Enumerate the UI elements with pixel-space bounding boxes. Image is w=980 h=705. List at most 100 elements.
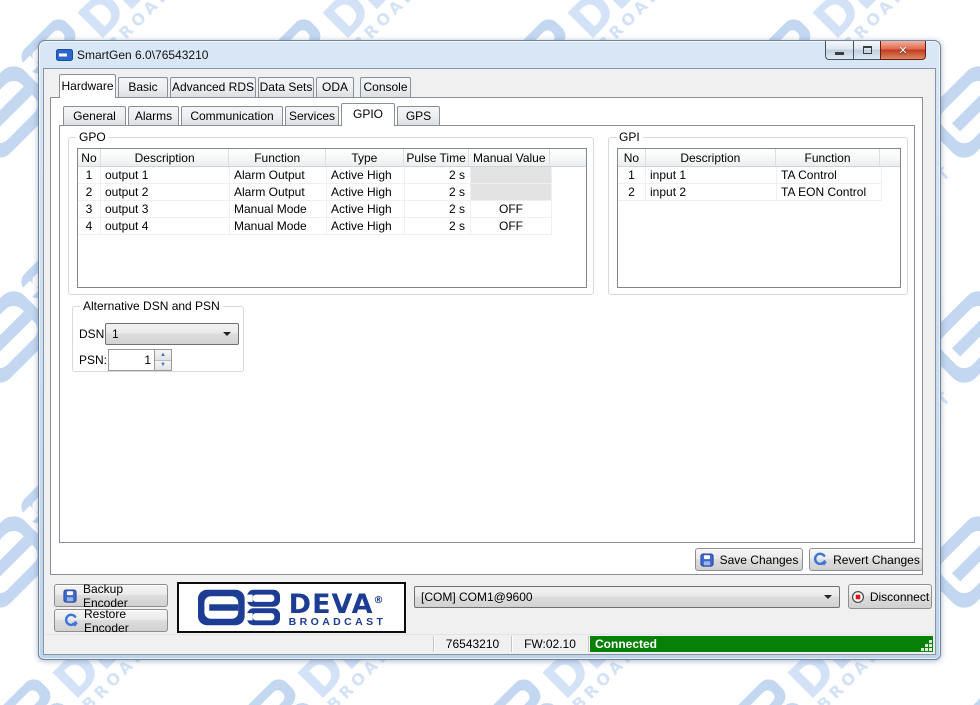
cell-type: Active High: [327, 184, 405, 201]
connection-selected-value: [COM] COM1@9600: [421, 590, 533, 604]
hardware-page: General Alarms Communication Services GP…: [50, 97, 923, 575]
cell-description: output 4: [101, 218, 230, 235]
dsn-select[interactable]: 1: [105, 323, 239, 345]
disconnect-button[interactable]: Disconnect: [848, 584, 932, 609]
cell-manual-value-toggle[interactable]: OFF: [471, 218, 552, 235]
subtab-gps[interactable]: GPS: [397, 106, 440, 125]
gpi-col-no[interactable]: No: [618, 149, 646, 166]
gpo-col-filler: [550, 149, 586, 166]
subtab-gpio[interactable]: GPIO: [341, 103, 395, 126]
psn-stepper[interactable]: 1 ▲ ▼: [108, 349, 172, 371]
cell-type: Active High: [327, 167, 405, 184]
deva-wordmark: DEVA® BROADCAST: [289, 589, 387, 627]
gpo-col-function[interactable]: Function: [229, 149, 326, 166]
firmware-cell: FW:02.10: [511, 636, 588, 652]
deva-brand-text: DEVA: [289, 589, 374, 620]
subtab-general[interactable]: General: [63, 106, 126, 125]
tab-hardware[interactable]: Hardware: [59, 74, 116, 98]
gpo-col-manual-value[interactable]: Manual Value: [469, 149, 550, 166]
app-icon: [56, 49, 73, 64]
subtab-communication[interactable]: Communication: [181, 106, 283, 125]
cell-function: Manual Mode: [230, 218, 327, 235]
alt-dsn-psn-group: Alternative DSN and PSN DSN: 1 PSN: 1 ▲ …: [72, 306, 244, 372]
gpi-table-header: No Description Function: [618, 149, 900, 167]
gpi-table[interactable]: No Description Function 1 input 1 TA Con…: [617, 148, 901, 288]
cell-description: output 1: [101, 167, 230, 184]
cell-no: 1: [78, 167, 101, 184]
title-bar[interactable]: SmartGen 6.0\76543210 ✕: [39, 41, 940, 69]
gpo-col-description[interactable]: Description: [101, 149, 229, 166]
cell-type: Active High: [327, 201, 405, 218]
cell-no: 2: [78, 184, 101, 201]
cell-no: 1: [618, 167, 646, 184]
table-row[interactable]: 1 output 1 Alarm Output Active High 2 s: [78, 167, 586, 184]
table-row[interactable]: 1 input 1 TA Control: [618, 167, 900, 184]
status-bar: 76543210 FW:02.10 Connected: [45, 634, 934, 653]
app-window: SmartGen 6.0\76543210 ✕ Hardware Basic R…: [38, 40, 941, 660]
table-row[interactable]: 4 output 4 Manual Mode Active High 2 s O…: [78, 218, 586, 235]
subtab-services[interactable]: Services: [285, 106, 339, 125]
spin-up-icon[interactable]: ▲: [155, 350, 171, 361]
tab-oda[interactable]: ODA: [316, 77, 354, 97]
minimize-button[interactable]: [825, 41, 854, 60]
cell-no: 2: [618, 184, 646, 201]
connection-select[interactable]: [COM] COM1@9600: [414, 586, 840, 608]
revert-icon: [812, 552, 827, 567]
gpio-page: GPO No Description Function Type Pulse T…: [59, 125, 915, 543]
table-row[interactable]: 3 output 3 Manual Mode Active High 2 s O…: [78, 201, 586, 218]
backup-icon: [63, 589, 77, 603]
cell-no: 3: [78, 201, 101, 218]
minimize-icon: [835, 52, 844, 55]
backup-encoder-label: Backup Encoder: [83, 582, 167, 610]
tab-advanced-rds[interactable]: Advanced RDS: [170, 77, 256, 97]
close-icon: ✕: [898, 44, 907, 57]
backup-encoder-button[interactable]: Backup Encoder: [54, 584, 168, 607]
serial-number-cell: 76543210: [433, 636, 511, 652]
save-changes-button[interactable]: Save Changes: [695, 548, 803, 571]
cell-description: output 2: [101, 184, 230, 201]
tab-basic-rds[interactable]: Basic RDS: [118, 77, 168, 97]
spin-down-icon[interactable]: ▼: [155, 361, 171, 371]
resize-grip[interactable]: [929, 648, 932, 651]
table-row[interactable]: 2 output 2 Alarm Output Active High 2 s: [78, 184, 586, 201]
revert-changes-label: Revert Changes: [833, 553, 920, 567]
gpo-col-pulse-time[interactable]: Pulse Time: [404, 149, 470, 166]
client-area: Hardware Basic RDS Advanced RDS Data Set…: [43, 68, 936, 655]
cell-pulse-time: 2 s: [405, 167, 471, 184]
close-button[interactable]: ✕: [880, 41, 926, 60]
gpi-col-function[interactable]: Function: [776, 149, 880, 166]
chevron-down-icon: [223, 332, 231, 336]
gpi-col-description[interactable]: Description: [646, 149, 776, 166]
cell-function: Manual Mode: [230, 201, 327, 218]
tab-data-sets[interactable]: Data Sets: [258, 77, 314, 97]
registered-mark: ®: [373, 595, 384, 606]
gpo-table[interactable]: No Description Function Type Pulse Time …: [77, 148, 587, 288]
cell-manual-value-disabled: [471, 167, 552, 184]
tab-console[interactable]: Console: [360, 77, 411, 97]
save-icon: [700, 553, 714, 567]
maximize-button[interactable]: [853, 41, 881, 60]
cell-function: TA Control: [777, 167, 882, 184]
maximize-icon: [863, 46, 872, 54]
deva-broadcast-text: BROADCAST: [289, 617, 387, 627]
cell-function: Alarm Output: [230, 167, 327, 184]
cell-pulse-time: 2 s: [405, 184, 471, 201]
cell-function: TA EON Control: [777, 184, 882, 201]
gpo-col-no[interactable]: No: [78, 149, 101, 166]
disconnect-icon: [851, 590, 865, 604]
revert-changes-button[interactable]: Revert Changes: [809, 548, 923, 571]
save-changes-label: Save Changes: [720, 553, 799, 567]
gpo-group-legend: GPO: [76, 130, 109, 144]
cell-manual-value-toggle[interactable]: OFF: [471, 201, 552, 218]
alt-group-legend: Alternative DSN and PSN: [80, 299, 223, 313]
restore-encoder-button[interactable]: Restore Encoder: [54, 609, 168, 632]
cell-no: 4: [78, 218, 101, 235]
gpo-col-type[interactable]: Type: [326, 149, 404, 166]
chevron-down-icon: [824, 595, 832, 599]
gpo-group: GPO No Description Function Type Pulse T…: [68, 137, 594, 295]
table-row[interactable]: 2 input 2 TA EON Control: [618, 184, 900, 201]
restore-icon: [63, 613, 78, 628]
subtab-alarms[interactable]: Alarms: [128, 106, 179, 125]
window-controls: ✕: [826, 41, 926, 60]
psn-value: 1: [109, 350, 154, 370]
